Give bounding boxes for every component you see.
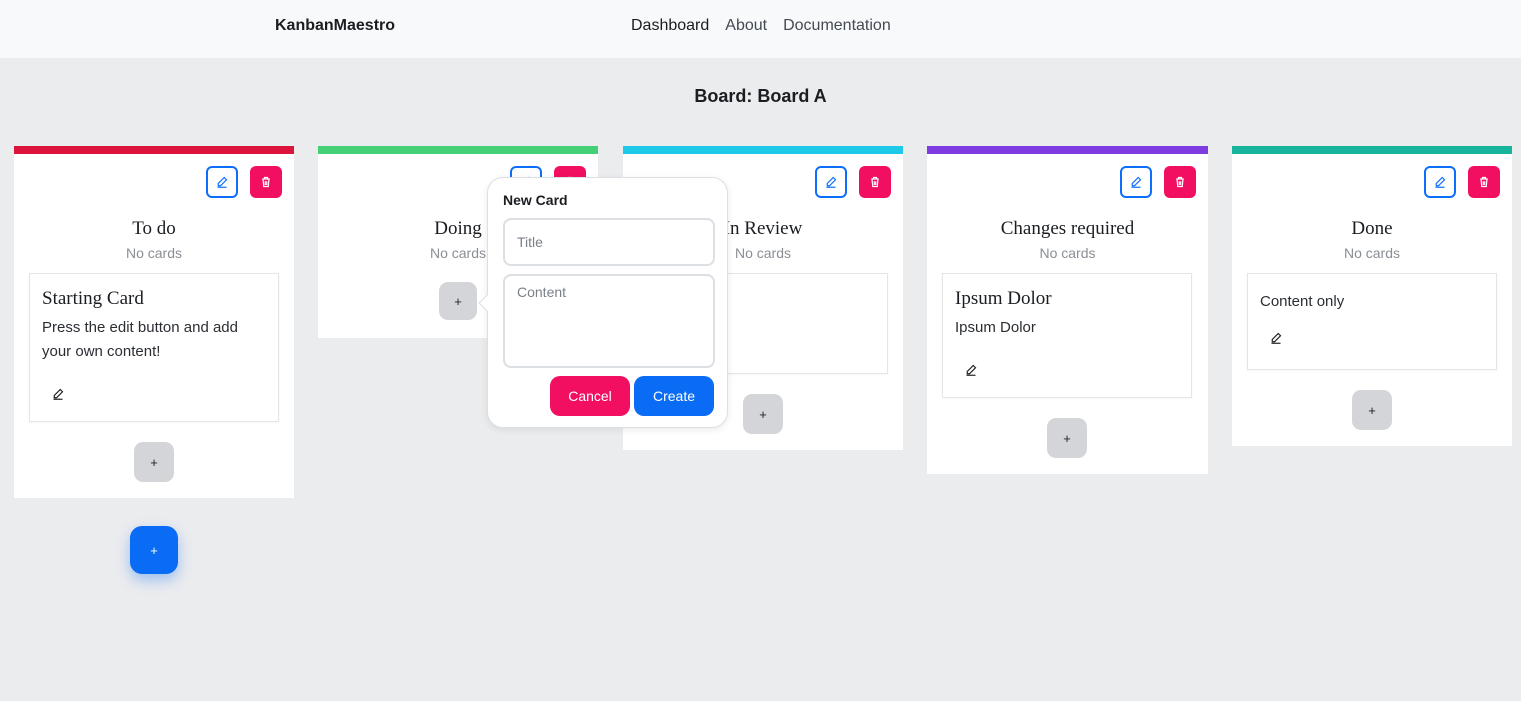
edit-column-button[interactable]	[815, 166, 847, 198]
cancel-button[interactable]: Cancel	[550, 376, 630, 416]
delete-column-button[interactable]	[250, 166, 282, 198]
delete-column-button[interactable]	[1468, 166, 1500, 198]
nav-documentation[interactable]: Documentation	[783, 17, 891, 35]
edit-card-button[interactable]	[46, 382, 70, 406]
column-todo: To do No cards Starting Card Press the e…	[14, 146, 294, 498]
column-color-bar	[318, 146, 598, 154]
pencil-icon	[53, 388, 64, 400]
pencil-icon	[966, 364, 977, 376]
trash-icon	[1176, 176, 1184, 188]
add-card-button[interactable]: +	[1047, 418, 1087, 458]
pencil-icon	[217, 176, 228, 188]
trash-icon	[262, 176, 270, 188]
nav-dashboard[interactable]: Dashboard	[631, 17, 709, 35]
kanban-card[interactable]: Content only	[1247, 273, 1497, 370]
column-title: Changes required	[1000, 218, 1135, 239]
column-changes-required: Changes required No cards Ipsum Dolor Ip…	[927, 146, 1208, 474]
card-content: Press the edit button and add your own c…	[42, 319, 238, 360]
add-card-button[interactable]: +	[439, 282, 477, 320]
create-button[interactable]: Create	[634, 376, 714, 416]
column-color-bar	[1232, 146, 1512, 154]
edit-card-button[interactable]	[959, 358, 983, 382]
nav-links: Dashboard About Documentation	[631, 17, 891, 35]
column-card-count: No cards	[1343, 245, 1401, 261]
pencil-icon	[1131, 176, 1142, 188]
trash-icon	[871, 176, 879, 188]
column-color-bar	[14, 146, 294, 154]
edit-card-button[interactable]	[1264, 326, 1288, 350]
board-title: Board: Board A	[694, 86, 827, 106]
brand-logo[interactable]: KanbanMaestro	[275, 17, 395, 35]
add-card-button[interactable]: +	[743, 394, 783, 434]
edit-column-button[interactable]	[206, 166, 238, 198]
trash-icon	[1480, 176, 1488, 188]
delete-column-button[interactable]	[859, 166, 891, 198]
card-content: Content only	[1260, 293, 1345, 310]
pencil-icon	[1435, 176, 1446, 188]
column-title: Done	[1351, 218, 1393, 239]
column-done: Done No cards Content only +	[1232, 146, 1512, 446]
popover-title: New Card	[503, 192, 568, 208]
edit-column-button[interactable]	[1120, 166, 1152, 198]
card-content: Ipsum Dolor	[955, 319, 1036, 336]
kanban-card[interactable]: Ipsum Dolor Ipsum Dolor	[942, 273, 1192, 398]
column-title: To do	[132, 218, 176, 239]
add-card-button[interactable]: +	[1352, 390, 1392, 430]
column-color-bar	[927, 146, 1208, 154]
column-color-bar	[623, 146, 903, 154]
pencil-icon	[1271, 332, 1282, 344]
top-navbar: KanbanMaestro Dashboard About Documentat…	[0, 0, 1521, 58]
pencil-icon	[826, 176, 837, 188]
nav-about[interactable]: About	[725, 17, 767, 35]
edit-column-button[interactable]	[1424, 166, 1456, 198]
card-title-input[interactable]	[503, 218, 715, 266]
new-card-popover: New Card Cancel Create	[478, 177, 728, 428]
kanban-card[interactable]: Starting Card Press the edit button and …	[29, 273, 279, 422]
column-card-count: No cards	[125, 245, 183, 261]
add-column-button[interactable]: +	[130, 526, 178, 574]
column-card-count: No cards	[1039, 245, 1096, 261]
add-card-button[interactable]: +	[134, 442, 174, 482]
card-title: Ipsum Dolor	[955, 288, 1052, 309]
delete-column-button[interactable]	[1164, 166, 1196, 198]
card-title: Starting Card	[42, 288, 144, 309]
card-content-input[interactable]	[503, 274, 715, 368]
